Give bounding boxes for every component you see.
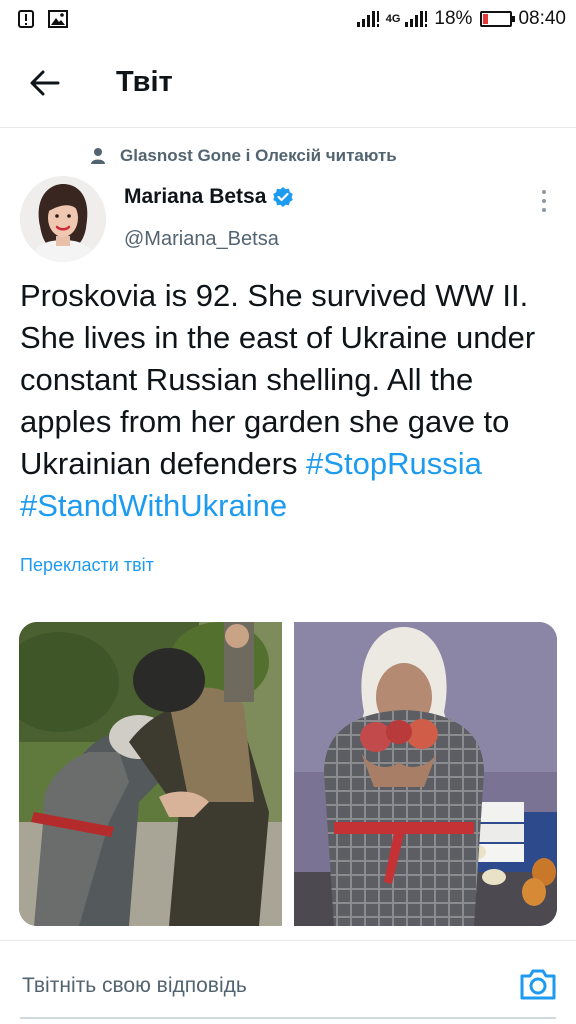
signal-4g-icon bbox=[405, 11, 428, 27]
more-options-button[interactable] bbox=[532, 188, 556, 214]
translate-tweet-link[interactable]: Перекласти твіт bbox=[20, 555, 154, 576]
author-name-row[interactable]: Mariana Betsa bbox=[124, 185, 294, 209]
dot bbox=[542, 199, 546, 203]
photo-grandmother-apples[interactable] bbox=[294, 622, 557, 926]
dot bbox=[542, 190, 546, 194]
dot bbox=[542, 208, 546, 212]
verified-badge-icon bbox=[273, 187, 294, 207]
image-notification-icon bbox=[48, 10, 68, 28]
reply-input[interactable] bbox=[22, 971, 492, 1001]
photo-soldier-embrace[interactable] bbox=[19, 622, 282, 926]
battery-level bbox=[483, 14, 489, 24]
camera-icon[interactable] bbox=[518, 967, 558, 1001]
reply-underline bbox=[20, 1017, 556, 1019]
back-button[interactable] bbox=[0, 38, 90, 128]
social-context[interactable]: Glasnost Gone і Олексій читають bbox=[90, 146, 397, 166]
hashtag-stop-russia[interactable]: #StopRussia bbox=[306, 446, 482, 481]
arrow-left-icon bbox=[30, 70, 60, 95]
notification-alert-icon bbox=[18, 10, 34, 28]
reply-bar bbox=[0, 940, 576, 1024]
social-context-text: Glasnost Gone і Олексій читають bbox=[120, 146, 397, 165]
tweet-text: Proskovia is 92. She survived WW II. She… bbox=[20, 275, 565, 527]
page-title: Твіт bbox=[116, 66, 173, 98]
status-bar: 4G 18% 08:40 bbox=[0, 0, 576, 38]
media-grid bbox=[19, 622, 557, 926]
photo-image bbox=[294, 622, 557, 926]
photo-image bbox=[19, 622, 282, 926]
author-name: Mariana Betsa bbox=[124, 185, 267, 208]
signal-icon bbox=[356, 11, 379, 27]
avatar[interactable] bbox=[20, 176, 106, 262]
network-type-label: 4G bbox=[385, 13, 401, 25]
hashtag-stand-with-ukraine[interactable]: #StandWithUkraine bbox=[20, 488, 287, 523]
status-time: 08:40 bbox=[518, 8, 566, 29]
battery-icon bbox=[480, 11, 516, 27]
header: Твіт bbox=[0, 38, 576, 128]
person-icon bbox=[91, 148, 105, 164]
battery-percent: 18% bbox=[434, 8, 473, 29]
author-handle: @Mariana_Betsa bbox=[124, 228, 279, 250]
avatar-image bbox=[20, 176, 106, 262]
